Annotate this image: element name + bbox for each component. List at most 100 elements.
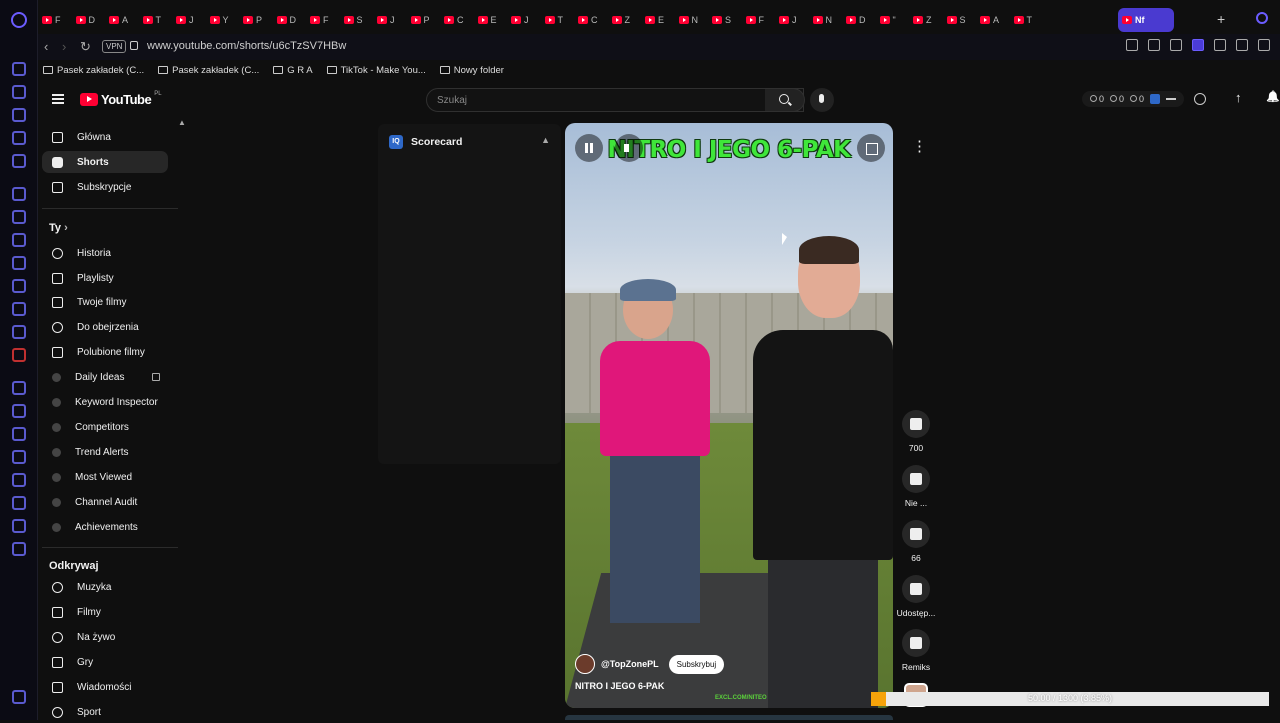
search-input[interactable] [427,89,727,111]
upload-icon[interactable] [1233,90,1245,105]
channel-name[interactable]: @TopZonePL [601,659,659,669]
browser-tab[interactable]: A [976,8,1009,32]
zoom-icon[interactable] [1126,39,1138,51]
browser-tab[interactable]: D [72,8,105,32]
comments-button[interactable]: 66 [892,520,940,563]
award-icon[interactable] [1194,93,1206,105]
play-icon[interactable] [1214,39,1226,51]
browser-tab[interactable]: E [474,8,507,32]
rail-x-icon[interactable] [12,302,26,316]
browser-tab[interactable]: J [373,8,406,32]
rail-twitch-icon[interactable] [12,210,26,224]
external-link-icon[interactable] [152,373,160,381]
browser-tab[interactable]: J [775,8,808,32]
browser-tab[interactable]: E [641,8,674,32]
reload-icon[interactable]: ↻ [80,39,91,55]
sidebar-item-competitors[interactable]: Competitors [42,416,168,438]
rail-puzzle-icon[interactable] [12,519,26,533]
sidebar-item-movies[interactable]: Filmy [42,601,168,623]
bookmark-item[interactable]: TikTok - Make You... [326,65,426,76]
youtube-logo[interactable]: YouTube PL [80,91,162,107]
sidebar-item-gaming[interactable]: Gry [42,651,168,673]
rail-telegram-icon[interactable] [12,256,26,270]
new-tab-button[interactable]: + [1217,11,1225,27]
active-browser-tab[interactable]: Nf [1118,8,1174,32]
sidebar-item-trend-alerts[interactable]: Trend Alerts [42,441,168,463]
sidebar-item-liked-videos[interactable]: Polubione filmy [42,341,168,363]
sidebar-item-home[interactable]: Główna [42,126,168,148]
rail-refresh-icon[interactable] [12,85,26,99]
browser-tab[interactable]: Y [206,8,239,32]
opera-logo-icon[interactable] [11,12,27,28]
browser-tab[interactable]: P [407,8,440,32]
sidebar-item-most-viewed[interactable]: Most Viewed [42,466,168,488]
rail-aria-icon[interactable] [12,187,26,201]
browser-tab[interactable]: C [440,8,473,32]
sidebar-item-history[interactable]: Historia [42,242,168,264]
browser-tab[interactable]: D [273,8,306,32]
search-button[interactable] [765,88,805,112]
bookmark-item[interactable]: Nowy folder [439,65,504,76]
pin-icon[interactable] [1148,39,1160,51]
rail-mail-icon[interactable] [12,154,26,168]
rail-bot-icon[interactable] [12,108,26,122]
bookmark-item[interactable]: G R A [273,65,313,76]
browser-tab[interactable]: T [541,8,574,32]
browser-tab[interactable]: J [507,8,540,32]
notifications-icon[interactable] [1266,93,1278,105]
rail-ublock-icon[interactable] [12,348,26,362]
rail-send-icon[interactable] [12,404,26,418]
lock-icon[interactable] [130,41,138,50]
browser-tab[interactable]: T [139,8,172,32]
forward-icon[interactable]: › [62,39,66,55]
browser-tab[interactable]: J [172,8,205,32]
extension-stats[interactable]: 0 0 0 [1082,91,1185,107]
sidebar-item-daily-ideas[interactable]: Daily Ideas [42,366,168,388]
adblock-shield-icon[interactable] [1192,39,1204,51]
share-button[interactable]: Udostęp... [892,575,940,618]
browser-tab[interactable]: D [842,8,875,32]
url-field[interactable]: www.youtube.com/shorts/u6cTzSV7HBw [147,40,346,52]
rail-heart-icon[interactable] [12,427,26,441]
browser-tab[interactable]: " [876,8,909,32]
browser-tab[interactable]: F [742,8,775,32]
rail-instagram-icon[interactable] [12,279,26,293]
pause-icon[interactable] [575,134,603,162]
you-section-title[interactable]: Ty › [49,222,68,234]
sidebar-item-news[interactable]: Wiadomości [42,676,168,698]
volume-icon[interactable] [615,134,643,162]
browser-tab[interactable]: F [306,8,339,32]
rail-tab-icon[interactable] [12,131,26,145]
short-caption[interactable]: NITRO I JEGO 6-PAK [575,681,664,691]
back-icon[interactable]: ‹ [44,39,48,55]
snapshot-icon[interactable] [1170,39,1182,51]
tab-search-icon[interactable] [1256,12,1268,24]
remix-button[interactable]: Remiks [892,629,940,672]
browser-tab[interactable]: Z [608,8,641,32]
rail-workspace-icon[interactable] [12,62,26,76]
fullscreen-icon[interactable] [857,134,885,162]
rail-extensions-icon[interactable] [12,496,26,510]
browser-tab[interactable]: A [105,8,138,32]
sidebar-item-watch-later[interactable]: Do obejrzenia [42,316,168,338]
browser-tab[interactable]: F [38,8,71,32]
short-video-player[interactable]: NITRO I JEGO 6-PAK @TopZonePL Subskrybuj… [565,123,893,708]
extensions-icon[interactable] [1258,39,1270,51]
rail-wallet-icon[interactable] [12,450,26,464]
dislike-button[interactable]: Nie ... [892,465,940,508]
sidebar-item-shorts[interactable]: Shorts [42,151,168,173]
sidebar-item-channel-audit[interactable]: Channel Audit [42,491,168,513]
sidebar-item-playlists[interactable]: Playlisty [42,267,168,289]
menu-icon[interactable] [52,94,64,104]
browser-tab[interactable]: C [574,8,607,32]
browser-tab[interactable]: S [340,8,373,32]
sidebar-item-music[interactable]: Muzyka [42,576,168,598]
vpn-badge[interactable]: VPN [102,40,127,53]
chevron-up-icon[interactable]: ▲ [178,118,186,127]
browser-tab[interactable]: S [708,8,741,32]
channel-avatar[interactable] [575,654,595,674]
sidebar-item-your-videos[interactable]: Twoje filmy [42,291,168,313]
rail-music-icon[interactable] [12,381,26,395]
heart-icon[interactable] [1236,39,1248,51]
browser-tab[interactable]: P [239,8,272,32]
